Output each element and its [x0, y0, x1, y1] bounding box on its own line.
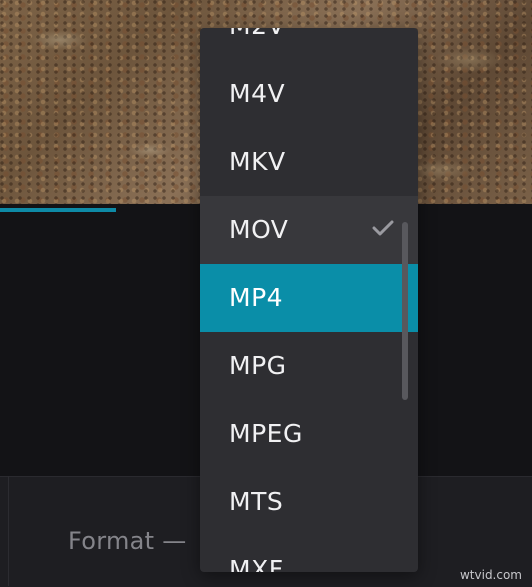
watermark: wtvid.com	[459, 568, 522, 582]
format-option-mpeg[interactable]: MPEG	[200, 400, 418, 468]
panel-divider	[8, 476, 9, 586]
format-dropdown-menu[interactable]: M2V M4V MKV MOV MP4 MPG MPEG MTS MXF	[200, 28, 418, 572]
format-options-list: M2V M4V MKV MOV MP4 MPG MPEG MTS MXF	[200, 28, 418, 572]
option-label: M4V	[229, 79, 286, 108]
format-label: Format —	[68, 527, 187, 555]
format-option-mp4[interactable]: MP4	[200, 264, 418, 332]
format-option-mkv[interactable]: MKV	[200, 128, 418, 196]
option-label: MTS	[229, 487, 284, 516]
format-option-mpg[interactable]: MPG	[200, 332, 418, 400]
option-label: MPEG	[229, 419, 303, 448]
progress-fill	[0, 208, 116, 212]
format-option-mxf[interactable]: MXF	[200, 536, 418, 572]
format-option-m4v[interactable]: M4V	[200, 60, 418, 128]
option-label: MXF	[229, 555, 284, 572]
format-option-m2v[interactable]: M2V	[200, 28, 418, 60]
option-label: M2V	[229, 28, 285, 40]
option-label: MP4	[229, 283, 284, 312]
option-label: MPG	[229, 351, 287, 380]
dropdown-scrollbar[interactable]	[402, 222, 408, 400]
format-option-mts[interactable]: MTS	[200, 468, 418, 536]
option-label: MKV	[229, 147, 286, 176]
option-label: MOV	[229, 215, 289, 244]
checkmark-icon	[372, 220, 394, 236]
format-option-mov[interactable]: MOV	[200, 196, 418, 264]
